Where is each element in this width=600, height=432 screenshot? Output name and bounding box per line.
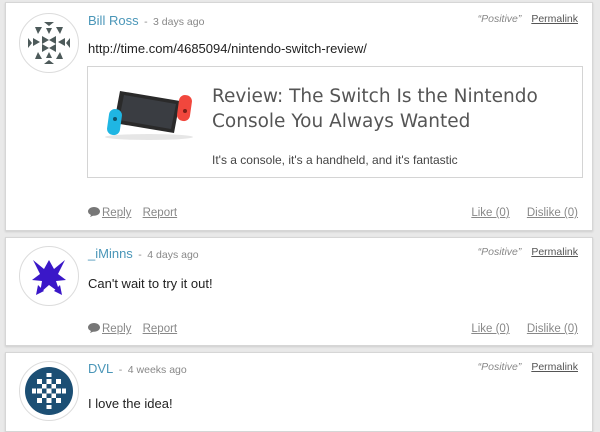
timestamp: 4 weeks ago bbox=[127, 364, 187, 376]
meta-separator: - bbox=[138, 249, 142, 261]
dislike-link[interactable]: Dislike (0) bbox=[527, 207, 578, 219]
comment-text: Can't wait to try it out! bbox=[88, 276, 213, 291]
dislike-link[interactable]: Dislike (0) bbox=[527, 323, 578, 335]
nintendo-switch-image bbox=[98, 79, 200, 145]
vote-actions: Like (0) Dislike (0) bbox=[471, 323, 578, 335]
avatar[interactable] bbox=[19, 246, 79, 306]
comment-text: I love the idea! bbox=[88, 396, 173, 411]
avatar[interactable] bbox=[19, 13, 79, 73]
comment-meta: DVL - 4 weeks ago bbox=[88, 361, 187, 376]
sentiment-label: “Positive” bbox=[477, 361, 522, 373]
reply-link[interactable]: Reply bbox=[102, 207, 131, 219]
sentiment-label: “Positive” bbox=[477, 13, 522, 25]
link-preview-description: It's a console, it's a handheld, and it'… bbox=[212, 153, 458, 167]
timestamp: 3 days ago bbox=[153, 16, 205, 28]
author-name[interactable]: DVL bbox=[88, 361, 113, 376]
avatar[interactable] bbox=[19, 361, 79, 421]
speech-bubble-icon bbox=[88, 207, 100, 217]
meta-separator: - bbox=[118, 364, 123, 376]
comment-actions: Reply Report bbox=[88, 323, 177, 335]
comment-topright: “Positive” Permalink bbox=[478, 361, 578, 373]
author-name[interactable]: Bill Ross bbox=[88, 13, 139, 28]
comment-topright: “Positive” Permalink bbox=[478, 13, 578, 25]
report-link[interactable]: Report bbox=[143, 207, 178, 219]
vote-actions: Like (0) Dislike (0) bbox=[471, 207, 578, 219]
reply-link[interactable]: Reply bbox=[102, 323, 131, 335]
identicon-avatar-image bbox=[28, 22, 70, 64]
comment-actions: Reply Report bbox=[88, 207, 177, 219]
meta-separator: - bbox=[144, 16, 148, 28]
permalink-link[interactable]: Permalink bbox=[531, 246, 578, 258]
link-preview-thumbnail bbox=[98, 79, 200, 145]
like-link[interactable]: Like (0) bbox=[471, 323, 509, 335]
author-name[interactable]: _iMinns bbox=[88, 246, 133, 261]
comment-feed: Bill Ross - 3 days ago “Positive” Permal… bbox=[0, 0, 600, 432]
comment-card: DVL - 4 weeks ago “Positive” Permalink I… bbox=[5, 352, 593, 432]
comment-text-url[interactable]: http://time.com/4685094/nintendo-switch-… bbox=[88, 41, 367, 56]
permalink-link[interactable]: Permalink bbox=[531, 361, 578, 373]
comment-meta: Bill Ross - 3 days ago bbox=[88, 13, 204, 28]
report-link[interactable]: Report bbox=[143, 323, 178, 335]
permalink-link[interactable]: Permalink bbox=[531, 13, 578, 25]
link-preview-title[interactable]: Review: The Switch Is the Nintendo Conso… bbox=[212, 84, 572, 134]
comment-meta: _iMinns - 4 days ago bbox=[88, 246, 199, 261]
sentiment-label: “Positive” bbox=[477, 246, 522, 258]
identicon-avatar-image bbox=[32, 260, 66, 295]
link-preview-card[interactable]: Review: The Switch Is the Nintendo Conso… bbox=[87, 66, 583, 178]
speech-bubble-icon bbox=[88, 323, 100, 333]
timestamp: 4 days ago bbox=[147, 249, 199, 261]
comment-card: _iMinns - 4 days ago “Positive” Permalin… bbox=[5, 237, 593, 346]
comment-topright: “Positive” Permalink bbox=[478, 246, 578, 258]
comment-card: Bill Ross - 3 days ago “Positive” Permal… bbox=[5, 2, 593, 231]
identicon-avatar-image bbox=[25, 367, 73, 415]
like-link[interactable]: Like (0) bbox=[471, 207, 509, 219]
